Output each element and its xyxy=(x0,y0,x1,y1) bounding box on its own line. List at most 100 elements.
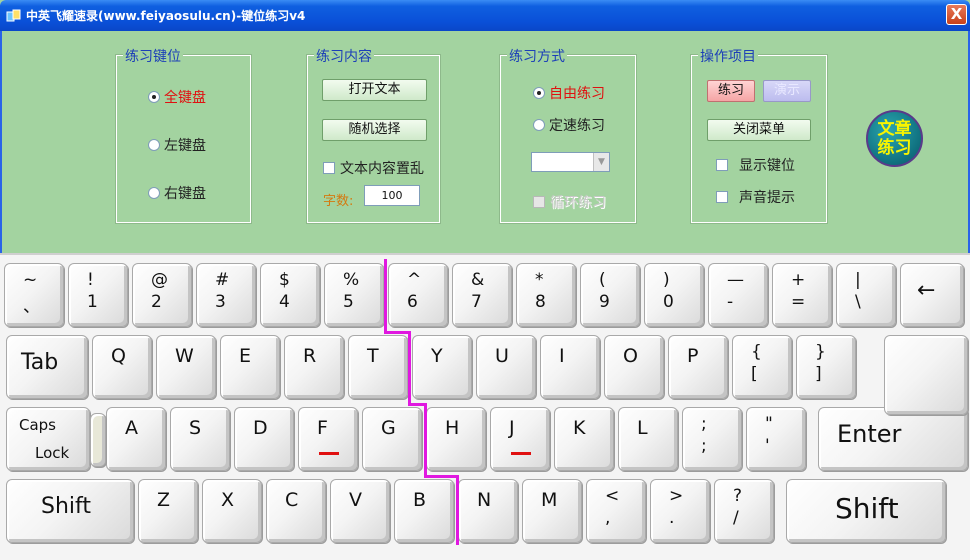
key-f[interactable]: F xyxy=(298,407,358,471)
radio-right-keyboard[interactable]: 右键盘 xyxy=(148,183,206,203)
key-label: F xyxy=(317,417,328,439)
key-symbol[interactable]: ! 1 xyxy=(68,263,128,327)
key-enter-upper[interactable] xyxy=(884,335,968,415)
key-symbol[interactable]: + = xyxy=(772,263,832,327)
key-tab[interactable]: Tab xyxy=(6,335,88,399)
key-i[interactable]: I xyxy=(540,335,600,399)
key-n[interactable]: N xyxy=(458,479,518,543)
group-title-keys: 练习键位 xyxy=(123,46,183,66)
key-base-label: 2 xyxy=(151,292,162,312)
key-shift-label: — xyxy=(727,270,744,290)
key-label: E xyxy=(239,345,252,367)
key-symbol[interactable]: & 7 xyxy=(452,263,512,327)
key-a[interactable]: A xyxy=(106,407,166,471)
key-symbol[interactable]: {[ xyxy=(732,335,792,399)
key-shift-label: @ xyxy=(151,270,168,290)
key-symbol[interactable]: @2 xyxy=(132,263,192,327)
radio-timed-practice[interactable]: 定速练习 xyxy=(533,115,605,135)
key-o[interactable]: O xyxy=(604,335,664,399)
key-w[interactable]: W xyxy=(156,335,216,399)
key-base-label: 1 xyxy=(87,292,98,312)
key-base-label: 9 xyxy=(599,292,610,312)
chevron-down-icon[interactable]: ▼ xyxy=(593,153,609,171)
close-menu-button[interactable]: 关闭菜单 xyxy=(707,119,811,141)
key-symbol[interactable]: | \ xyxy=(836,263,896,327)
key-shift-label: * xyxy=(535,270,544,290)
key-base-label: 3 xyxy=(215,292,226,312)
key-e[interactable]: E xyxy=(220,335,280,399)
radio-label-left: 左键盘 xyxy=(164,138,206,154)
key-c[interactable]: C xyxy=(266,479,326,543)
key-shift-label: & xyxy=(471,270,485,290)
key-v[interactable]: V xyxy=(330,479,390,543)
key-r[interactable]: R xyxy=(284,335,344,399)
key-shift-label: > xyxy=(669,486,684,506)
key-t[interactable]: T xyxy=(348,335,408,399)
key-z[interactable]: Z xyxy=(138,479,198,543)
radio-free-practice[interactable]: 自由练习 xyxy=(533,83,605,103)
key-symbol[interactable]: ;; xyxy=(682,407,742,471)
open-text-button[interactable]: 打开文本 xyxy=(322,79,427,101)
key-enter[interactable]: Enter xyxy=(818,407,968,471)
key-symbol[interactable]: <, xyxy=(586,479,646,543)
window-title: 中英飞耀速录(www.feiyaosulu.cn)-键位练习v4 xyxy=(26,9,306,23)
radio-full-keyboard[interactable]: 全键盘 xyxy=(148,87,206,107)
key-symbol[interactable]: }] xyxy=(796,335,856,399)
key-shift[interactable]: Shift xyxy=(6,479,134,543)
key-k[interactable]: K xyxy=(554,407,614,471)
key-g[interactable]: G xyxy=(362,407,422,471)
key-symbol[interactable]: ~、 xyxy=(4,263,64,327)
key-symbol[interactable]: " ' xyxy=(746,407,806,471)
key-u[interactable]: U xyxy=(476,335,536,399)
key-p[interactable]: P xyxy=(668,335,728,399)
demo-button[interactable]: 演示 xyxy=(763,80,811,102)
key-l[interactable]: L xyxy=(618,407,678,471)
close-button[interactable]: X xyxy=(946,4,967,25)
article-practice-button[interactable]: 文章 练习 xyxy=(866,110,923,167)
key-d[interactable]: D xyxy=(234,407,294,471)
speed-dropdown[interactable]: ▼ xyxy=(531,152,610,172)
key-symbol[interactable]: ) 0 xyxy=(644,263,704,327)
random-select-button[interactable]: 随机选择 xyxy=(322,119,427,141)
key-b[interactable]: B xyxy=(394,479,454,543)
key-s[interactable]: S xyxy=(170,407,230,471)
key-h[interactable]: H xyxy=(426,407,486,471)
key-shift-label: $ xyxy=(279,270,290,290)
show-keys-checkbox[interactable]: 显示键位 xyxy=(716,155,795,175)
key-label: S xyxy=(189,417,202,439)
key-base-label: 、 xyxy=(23,297,40,317)
loop-practice-checkbox[interactable]: 循环练习 xyxy=(533,192,606,212)
key-shift-label: | xyxy=(855,270,861,290)
word-count-input[interactable]: 100 xyxy=(364,185,420,206)
hand-divider xyxy=(384,331,411,334)
sound-prompt-checkbox[interactable]: 声音提示 xyxy=(716,187,795,207)
key-label: H xyxy=(445,417,460,439)
key-symbol[interactable]: (9 xyxy=(580,263,640,327)
key-y[interactable]: Y xyxy=(412,335,472,399)
key-label: U xyxy=(495,345,509,367)
key-j[interactable]: J xyxy=(490,407,550,471)
key-symbol[interactable]: #3 xyxy=(196,263,256,327)
key-label: B xyxy=(413,489,427,511)
word-count-label: 字数: xyxy=(323,194,354,209)
key-q[interactable]: Q xyxy=(92,335,152,399)
key-symbol[interactable]: % 5 xyxy=(324,263,384,327)
practice-button[interactable]: 练习 xyxy=(707,80,755,102)
key-symbol[interactable]: * 8 xyxy=(516,263,576,327)
key-symbol[interactable]: ? / xyxy=(714,479,774,543)
key-shift-label: { xyxy=(751,342,762,362)
key-shift[interactable]: Shift xyxy=(786,479,946,543)
key-symbol[interactable]: ← xyxy=(900,263,964,327)
key-symbol[interactable]: >. xyxy=(650,479,710,543)
group-title-content: 练习内容 xyxy=(314,46,374,66)
key-symbol[interactable]: — - xyxy=(708,263,768,327)
radio-left-keyboard[interactable]: 左键盘 xyxy=(148,135,206,155)
key-label: Enter xyxy=(837,420,902,448)
key-symbol[interactable]: $4 xyxy=(260,263,320,327)
key-x[interactable]: X xyxy=(202,479,262,543)
key-shift-label: ~ xyxy=(23,270,38,290)
key-m[interactable]: M xyxy=(522,479,582,543)
shuffle-checkbox[interactable]: 文本内容置乱 xyxy=(323,158,424,178)
key-caps[interactable]: Caps Lock xyxy=(6,407,90,471)
key-symbol[interactable]: ^ 6 xyxy=(388,263,448,327)
